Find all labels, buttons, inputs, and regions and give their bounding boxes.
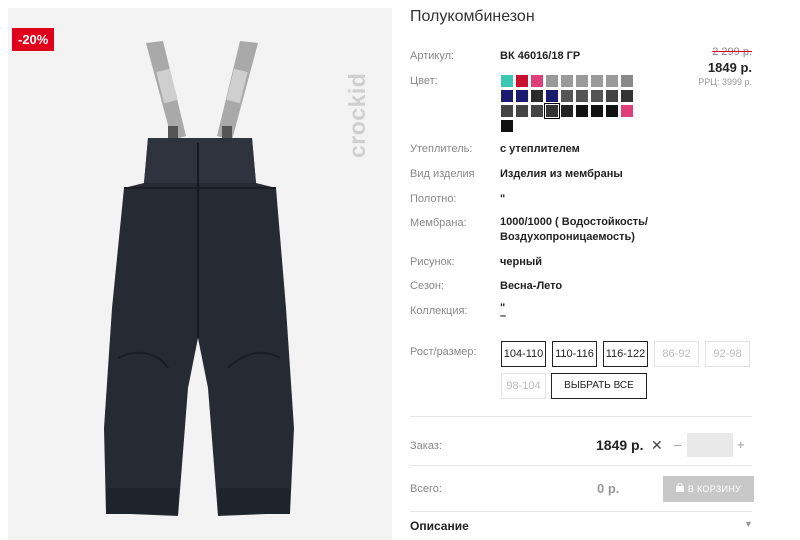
fabric-value: " — [500, 193, 506, 205]
season-value: Весна-Лето — [500, 280, 563, 292]
color-swatch[interactable] — [621, 90, 633, 102]
increase-quantity-button[interactable]: + — [737, 437, 745, 452]
size-option[interactable]: 110-116 — [552, 341, 597, 367]
color-swatch[interactable] — [591, 105, 603, 117]
quantity-input[interactable] — [687, 433, 733, 457]
season-label: Сезон: — [410, 280, 444, 292]
insulation-label: Утеплитель: — [410, 143, 473, 155]
type-label: Вид изделия — [410, 168, 475, 180]
color-swatch[interactable] — [591, 90, 603, 102]
color-swatch[interactable] — [501, 75, 513, 87]
pattern-label: Рисунок: — [410, 256, 455, 268]
color-swatch[interactable] — [544, 103, 560, 119]
color-swatch[interactable] — [606, 105, 618, 117]
divider — [410, 416, 752, 417]
divider — [410, 465, 752, 466]
select-all-sizes-button[interactable]: ВЫБРАТЬ ВСЕ — [551, 373, 647, 399]
current-price: 1849 р. — [707, 60, 752, 75]
divider — [410, 511, 752, 512]
color-swatch[interactable] — [576, 90, 588, 102]
size-option[interactable]: 116-122 — [603, 341, 648, 367]
membrane-value-line2: Воздухопроницаемость) — [500, 231, 635, 243]
collection-value-line2: – — [500, 310, 507, 322]
add-to-cart-button[interactable]: В КОРЗИНУ — [663, 476, 754, 502]
color-swatch[interactable] — [606, 90, 618, 102]
fabric-label: Полотно: — [410, 193, 457, 205]
size-option-disabled: 98-104 — [501, 373, 546, 399]
article-value: ВК 46016/18 ГР — [500, 50, 581, 62]
color-swatch[interactable] — [516, 75, 528, 87]
color-swatch[interactable] — [501, 105, 513, 117]
old-price: 2 299 р. — [712, 46, 752, 58]
color-swatch[interactable] — [546, 75, 558, 87]
size-label: Рост/размер: — [410, 346, 477, 358]
color-swatch[interactable] — [561, 75, 573, 87]
type-value: Изделия из мембраны — [500, 168, 623, 180]
product-photo[interactable]: -20% crockid — [8, 8, 392, 540]
color-swatch[interactable] — [561, 105, 573, 117]
product-title: Полукомбинезон — [410, 8, 535, 25]
color-swatch[interactable] — [606, 75, 618, 87]
size-option[interactable]: 104-110 — [501, 341, 546, 367]
color-swatch[interactable] — [546, 90, 558, 102]
color-swatch[interactable] — [621, 105, 633, 117]
membrane-label: Мембрана: — [410, 217, 467, 229]
article-label: Артикул: — [410, 50, 455, 62]
times-icon: ✕ — [651, 437, 663, 453]
color-swatch[interactable] — [621, 75, 633, 87]
color-label: Цвет: — [410, 75, 438, 87]
color-swatch[interactable] — [531, 75, 543, 87]
rrp-price: РРЦ: 3999 р. — [698, 77, 752, 87]
color-swatch[interactable] — [576, 75, 588, 87]
shopping-bag-icon — [675, 476, 684, 502]
total-label: Всего: — [410, 483, 442, 495]
chevron-down-icon[interactable]: ▼ — [744, 519, 753, 529]
color-swatch[interactable] — [561, 90, 573, 102]
color-swatch[interactable] — [516, 90, 528, 102]
collection-label: Коллекция: — [410, 305, 468, 317]
color-swatch[interactable] — [501, 90, 513, 102]
insulation-value: с утеплителем — [500, 143, 580, 155]
decrease-quantity-button[interactable]: – — [674, 437, 681, 452]
size-option-disabled: 86-92 — [654, 341, 699, 367]
color-swatch[interactable] — [516, 105, 528, 117]
pattern-value: черный — [500, 256, 543, 268]
snow-pants-image — [104, 41, 294, 516]
total-value: 0 р. — [597, 481, 620, 496]
description-heading[interactable]: Описание — [410, 519, 469, 533]
color-swatch[interactable] — [531, 90, 543, 102]
membrane-value-line1: 1000/1000 ( Водостойкость/ — [500, 216, 648, 228]
color-swatches — [501, 75, 641, 132]
order-label: Заказ: — [410, 440, 442, 452]
order-price: 1849 р. — [596, 437, 644, 453]
add-to-cart-label: В КОРЗИНУ — [687, 484, 742, 494]
discount-badge: -20% — [12, 28, 55, 51]
brand-logo: crockid — [344, 18, 374, 158]
color-swatch[interactable] — [591, 75, 603, 87]
color-swatch[interactable] — [531, 105, 543, 117]
color-swatch[interactable] — [576, 105, 588, 117]
color-swatch[interactable] — [501, 120, 513, 132]
size-option-disabled: 92-98 — [705, 341, 750, 367]
brand-logo-text: crockid — [344, 72, 370, 158]
